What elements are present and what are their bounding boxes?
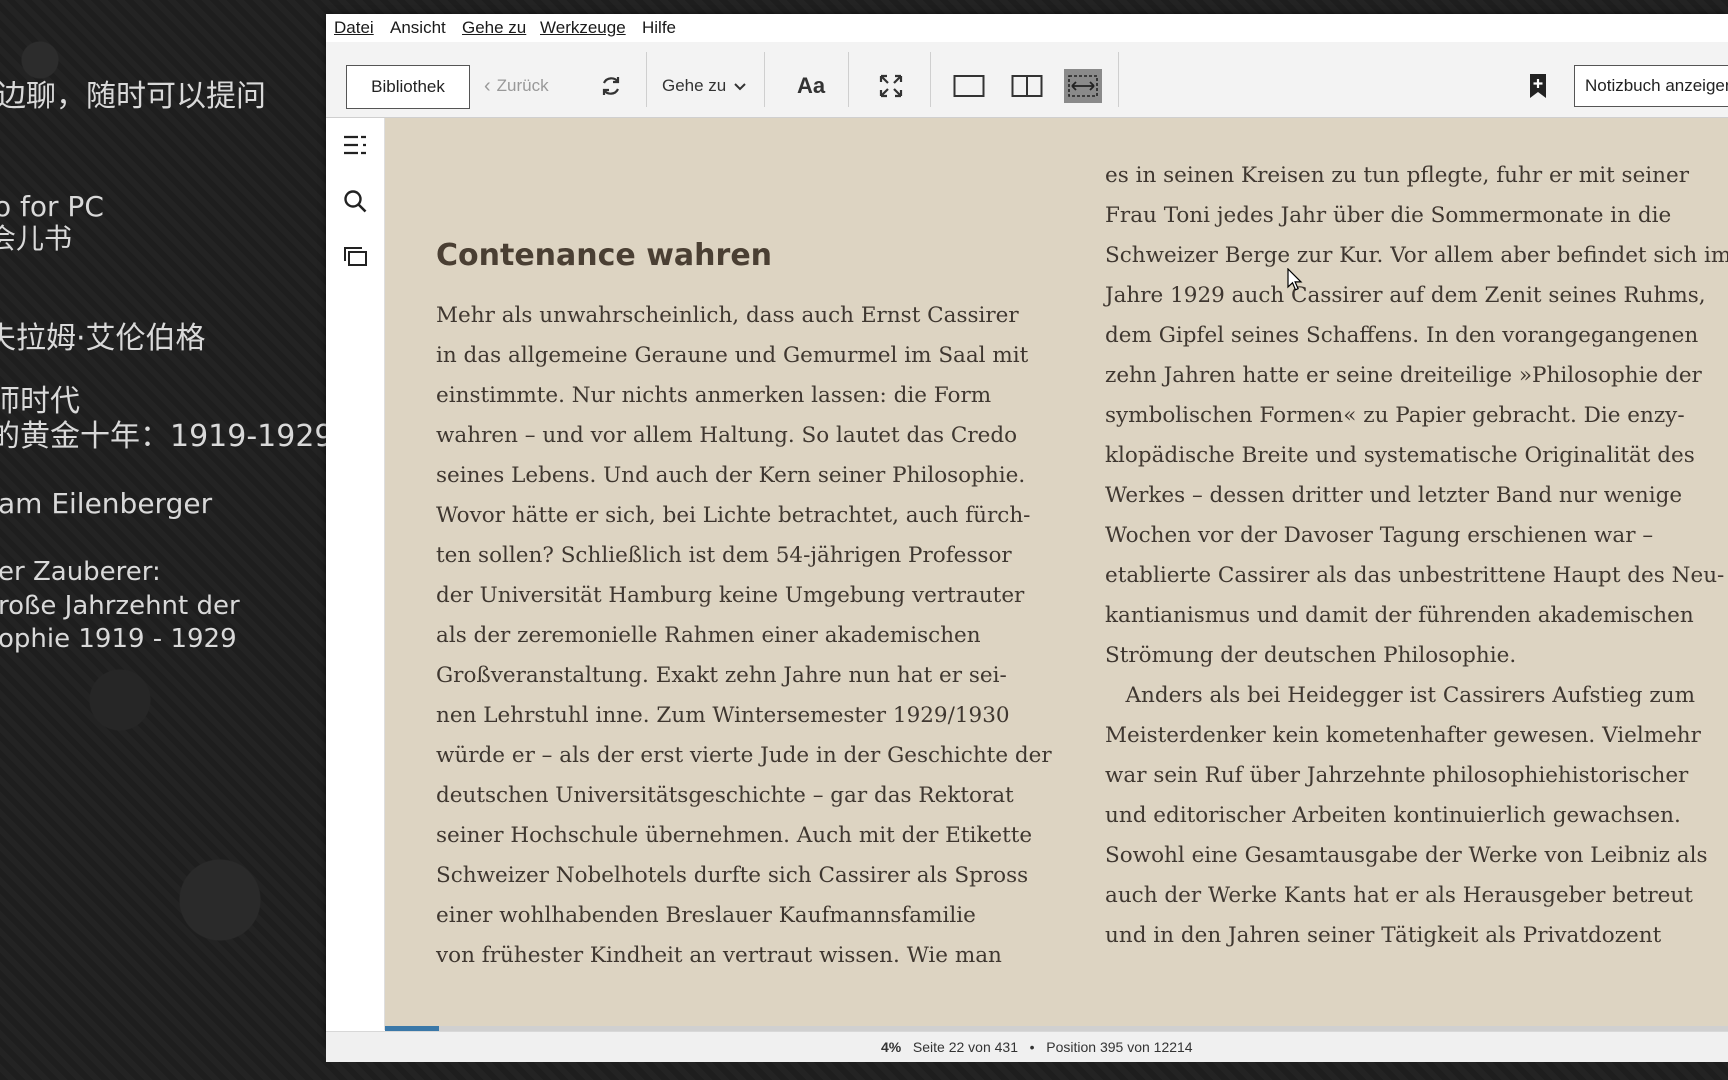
desktop-text: 师时代 [0,384,80,419]
menu-gehe-zu[interactable]: Gehe zu [462,18,526,38]
text-line: symbolischen Formen« zu Papier gebracht.… [1105,403,1685,428]
back-button[interactable]: ‹ Zurück [484,65,549,107]
text-line: einer wohlhabenden Breslauer Kaufmannsfa… [436,903,976,928]
search-icon[interactable] [342,188,368,214]
text-line: Wochen vor der Davoser Tagung erschienen… [1105,523,1654,548]
text-line: Jahre 1929 auch Cassirer auf dem Zenit s… [1105,283,1706,308]
text-line: war sein Ruf über Jahrzehnte philosophie… [1105,763,1689,788]
text-line: Großveranstaltung. Exakt zehn Jahre nun … [436,663,1007,688]
single-page-button[interactable] [948,65,990,107]
font-settings-button[interactable]: Aa [786,65,836,107]
text-line: der Universität Hamburg keine Umgebung v… [436,583,1025,608]
text-line: als der zeremonielle Rahmen einer akadem… [436,623,981,648]
back-label: Zurück [496,76,549,95]
desktop-text: am Eilenberger [0,487,213,520]
text-line: seiner Hochschule übernehmen. Auch mit d… [436,823,1033,848]
reading-area[interactable]: Contenance wahren Mehr als unwahrscheinl… [385,118,1728,1026]
desktop-text: roße Jahrzehnt der [0,591,240,621]
text-line: etablierte Cassirer als das unbestritten… [1105,563,1725,588]
sync-icon [602,77,620,95]
status-bar: 4% Seite 22 von 431 • Position 395 von 1… [326,1031,1728,1062]
single-page-icon [953,75,985,97]
side-rail [326,118,385,1030]
text-line: in das allgemeine Geraune und Gemurmel i… [436,343,1029,368]
menu-hilfe[interactable]: Hilfe [642,18,676,38]
text-line: es in seinen Kreisen zu tun pflegte, fuh… [1105,163,1690,188]
text-line: von frühester Kindheit an vertraut wisse… [436,943,1002,968]
text-line: würde er – als der erst vierte Jude in d… [436,743,1052,768]
text-line: wahren – und vor allem Haltung. So laute… [436,423,1018,448]
text-line: Werkes – dessen dritter und letzter Band… [1105,483,1683,508]
two-page-icon [1011,75,1043,97]
flashcards-icon[interactable] [342,244,368,270]
text-line: deutschen Universitätsgeschichte – gar d… [436,783,1014,808]
toolbar-divider [1118,52,1119,107]
menu-ansicht[interactable]: Ansicht [390,18,446,38]
toolbar-divider [764,52,765,107]
desktop-text: 夫拉姆·艾伦伯格 [0,321,206,356]
text-line: klopädische Breite und systematische Ori… [1105,443,1695,468]
desktop-text: 边聊，随时可以提问 [0,79,266,114]
goto-dropdown[interactable]: Gehe zu [662,65,748,107]
two-page-button[interactable] [1006,65,1048,107]
bookmark-button[interactable] [1518,65,1558,107]
text-line: einstimmte. Nur nichts anmerken lassen: … [436,383,992,408]
library-button[interactable]: Bibliothek [346,65,470,109]
status-percent: 4% [881,1039,902,1055]
text-line: Anders als bei Heidegger ist Cassirers A… [1105,683,1695,708]
fullscreen-button[interactable] [870,65,912,107]
status-separator: • [1029,1039,1035,1055]
desktop-text: ophie 1919 - 1929 [0,624,237,654]
text-line: Schweizer Berge zur Kur. Vor allem aber … [1105,243,1728,268]
chevron-down-icon [734,83,746,91]
fit-width-icon [1068,75,1098,97]
text-line: kantianismus und damit der führenden aka… [1105,603,1694,628]
text-line: und editorischer Arbeiten kontinuierlich… [1105,803,1681,828]
text-line: nen Lehrstuhl inne. Zum Wintersemester 1… [436,703,1010,728]
menu-werkzeuge[interactable]: Werkzeuge [540,18,626,38]
desktop-text: er Zauberer: [0,557,161,587]
menu-datei[interactable]: Datei [334,18,374,38]
toolbar-divider [930,52,931,107]
table-of-contents-icon[interactable] [342,132,368,158]
text-line: seines Lebens. Und auch der Kern seiner … [436,463,1026,488]
desktop-text: 的黄金十年：1919-1929 [0,419,334,454]
chapter-title: Contenance wahren [436,238,773,273]
text-line: auch der Werke Kants hat er als Herausge… [1105,883,1693,908]
text-line: dem Gipfel seines Schaffens. In den vora… [1105,323,1699,348]
bookmark-add-icon [1530,74,1546,98]
toolbar-divider [848,52,849,107]
reader-window: Datei Ansicht Gehe zu Werkzeuge Hilfe Bi… [326,14,1728,1062]
menu-bar: Datei Ansicht Gehe zu Werkzeuge Hilfe [326,14,1728,42]
notebook-button[interactable]: Notizbuch anzeigen [1574,65,1728,107]
sync-button[interactable] [590,65,632,107]
text-line: Strömung der deutschen Philosophie. [1105,643,1517,668]
text-line: Schweizer Nobelhotels durfte sich Cassir… [436,863,1029,888]
text-line: Sowohl eine Gesamtausgabe der Werke von … [1105,843,1708,868]
text-line: ten sollen? Schließlich ist dem 54-jähri… [436,543,1012,568]
fullscreen-icon [879,74,903,98]
desktop-text: 会儿书 [0,222,73,255]
toolbar: Bibliothek ‹ Zurück Gehe zu Aa Notizbuch… [326,42,1728,118]
fit-width-button[interactable] [1064,69,1102,103]
mouse-cursor-icon [1287,268,1303,291]
text-line: Meisterdenker kein kometenhafter gewesen… [1105,723,1701,748]
page-right-column: es in seinen Kreisen zu tun pflegte, fuh… [1105,156,1728,956]
status-position: Position 395 von 12214 [1046,1039,1193,1055]
text-line: und in den Jahren seiner Tätigkeit als P… [1105,923,1662,948]
goto-label: Gehe zu [662,76,727,95]
status-page: Seite 22 von 431 [912,1039,1018,1055]
text-line: zehn Jahren hatte er seine dreiteilige »… [1105,363,1702,388]
toolbar-divider [646,52,647,107]
text-line: Mehr als unwahrscheinlich, dass auch Ern… [436,303,1019,328]
text-line: Wovor hätte er sich, bei Lichte betracht… [436,503,1031,528]
desktop-text: o for PC [0,190,104,223]
chevron-left-icon: ‹ [484,74,491,97]
text-line: Frau Toni jedes Jahr über die Sommermona… [1105,203,1672,228]
page-left-column: Mehr als unwahrscheinlich, dass auch Ern… [436,296,1052,976]
